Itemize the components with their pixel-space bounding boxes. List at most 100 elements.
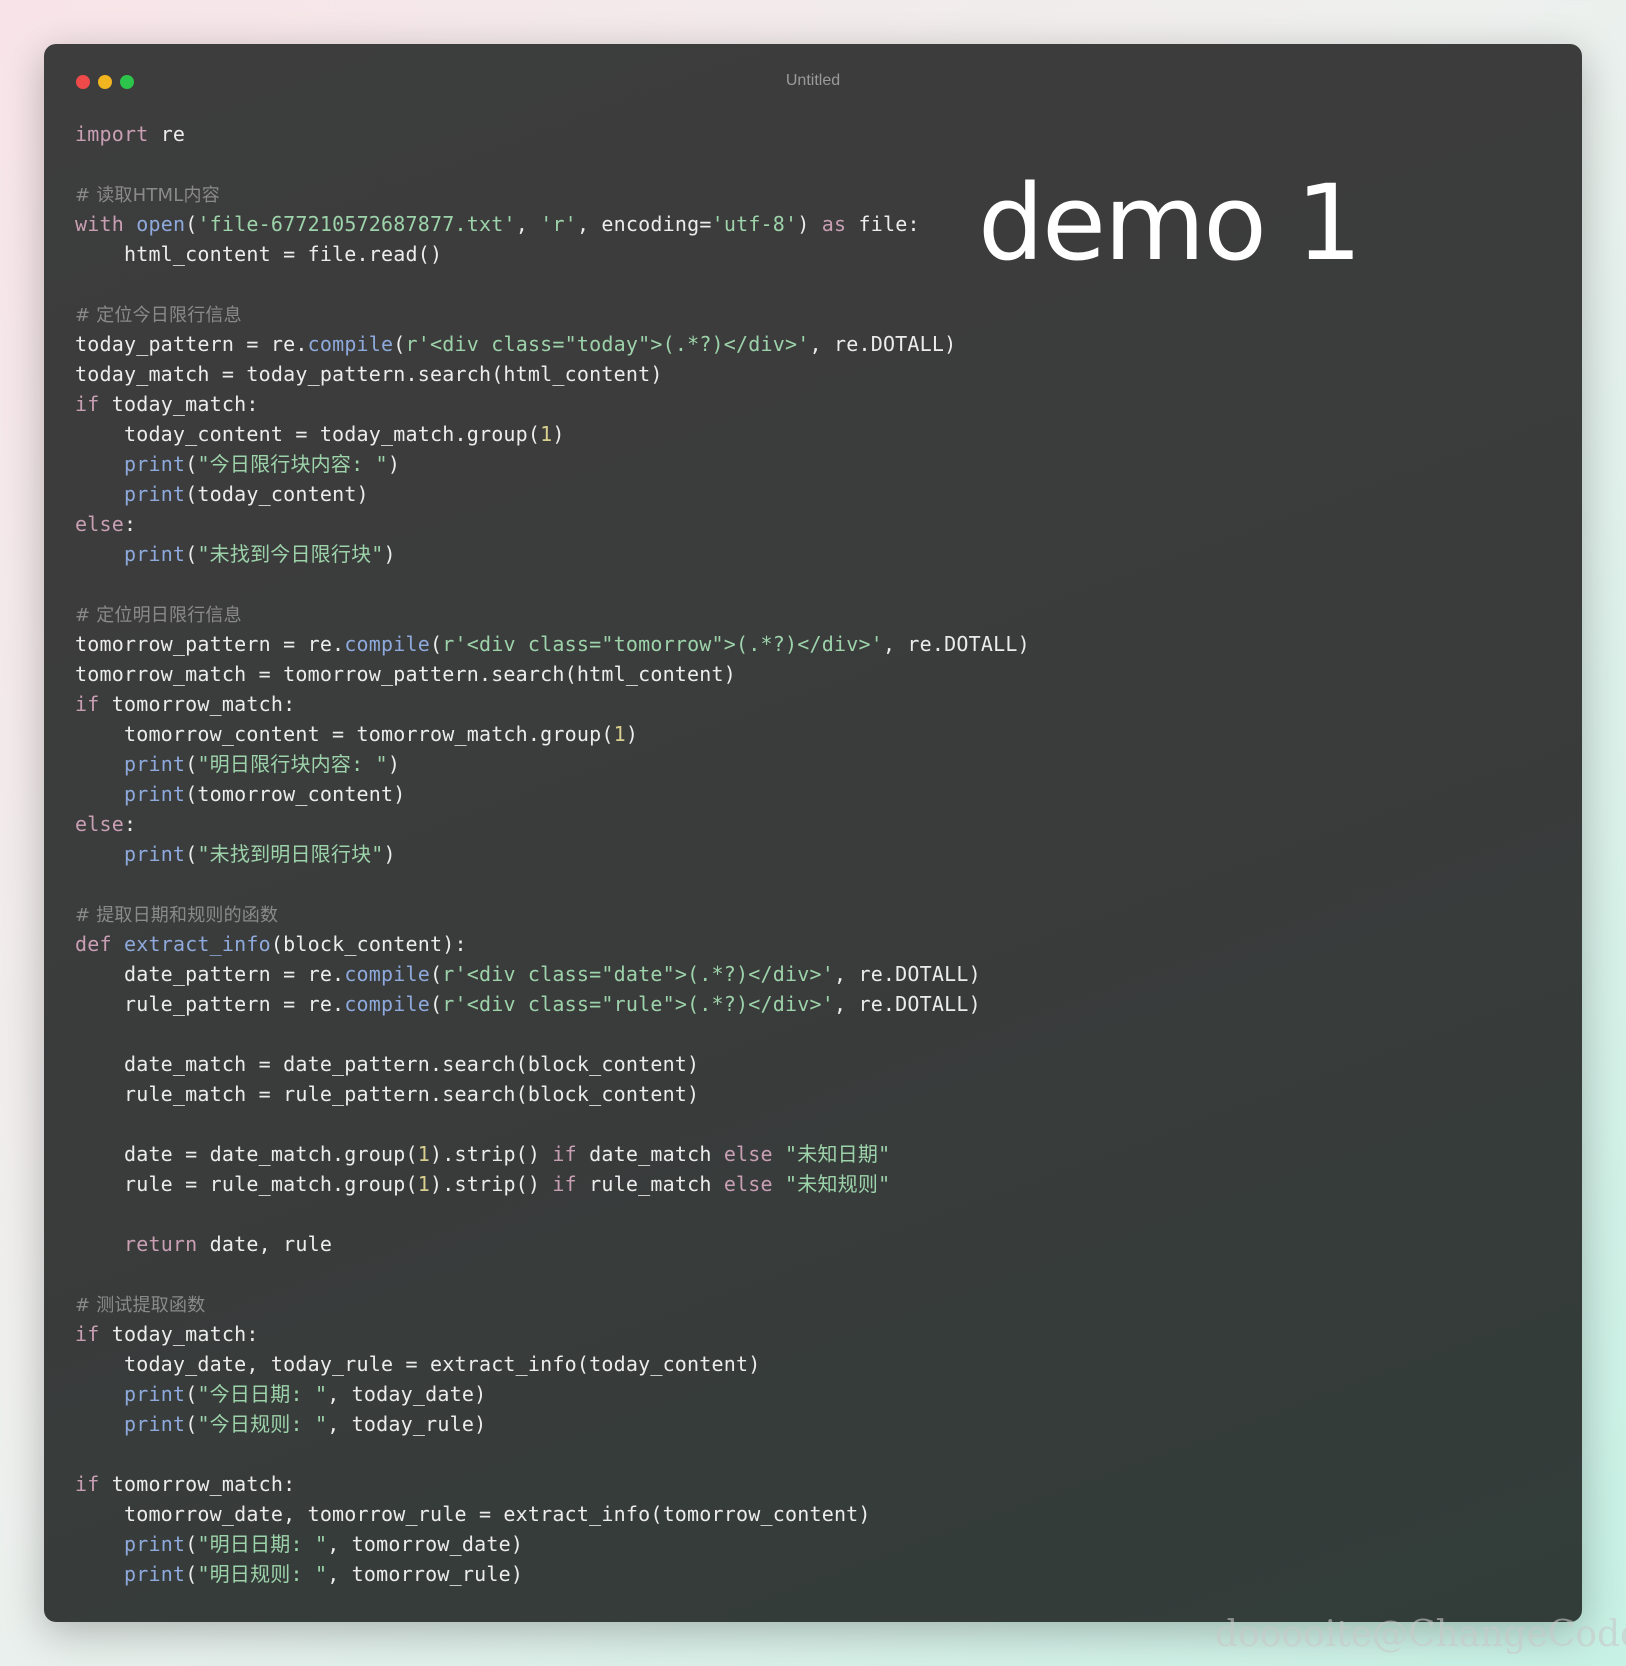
code-text: ) — [625, 722, 639, 746]
code-text: ( — [185, 212, 198, 236]
code-keyword: if — [552, 1172, 577, 1196]
code-keyword: if — [552, 1142, 577, 1166]
code-text: , re.DOTALL) — [809, 332, 957, 356]
window-title: Untitled — [785, 72, 841, 89]
code-string: 'r' — [540, 212, 577, 236]
code-string: "今日日期: " — [197, 1382, 328, 1406]
code-keyword: with — [75, 212, 124, 236]
code-line: return date, rule — [75, 1229, 1030, 1259]
code-keyword: if — [75, 1472, 100, 1496]
code-editor[interactable]: import re # 读取HTML内容 with open('file-67721… — [75, 119, 1030, 1589]
code-line: print("未找到今日限行块") — [75, 539, 1030, 569]
code-text: today_content = today_match.group( — [75, 422, 541, 446]
code-text: ( — [430, 632, 443, 656]
code-string: "明日限行块内容: " — [197, 752, 388, 776]
code-string: "明日规则: " — [197, 1562, 328, 1586]
code-text: , re.DOTALL) — [833, 962, 981, 986]
code-text: ( — [430, 992, 443, 1016]
code-line: print("明日规则: ", tomorrow_rule) — [75, 1559, 1030, 1589]
code-text: , today_date) — [327, 1382, 487, 1406]
code-text: tomorrow_date, tomorrow_rule = extract_i… — [75, 1502, 871, 1526]
code-number: 1 — [417, 1142, 430, 1166]
code-text: date, rule — [197, 1232, 333, 1256]
code-line: date_match = date_pattern.search(block_c… — [75, 1049, 1030, 1079]
code-text: ( — [185, 1412, 198, 1436]
code-text: ( — [393, 332, 406, 356]
code-function: compile — [344, 992, 430, 1016]
code-line: with open('file-677210572687877.txt', 'r… — [75, 209, 1030, 239]
code-text: file: — [846, 212, 920, 236]
code-line: import re — [75, 119, 1030, 149]
code-function: print — [123, 542, 186, 566]
code-text: ( — [185, 1532, 198, 1556]
code-function: print — [123, 452, 186, 476]
code-text: rule_pattern = re. — [75, 992, 345, 1016]
code-number: 1 — [417, 1172, 430, 1196]
code-keyword: else — [723, 1172, 773, 1196]
code-line: def extract_info(block_content): — [75, 929, 1030, 959]
code-line: print("今日规则: ", today_rule) — [75, 1409, 1030, 1439]
code-text: date = date_match.group( — [75, 1142, 418, 1166]
code-comment: # 提取日期和规则的函数 — [75, 905, 279, 926]
code-text: ).strip() — [430, 1142, 553, 1166]
code-text: , tomorrow_date) — [327, 1532, 524, 1556]
code-text: , re.DOTALL) — [833, 992, 981, 1016]
code-line: today_date, today_rule = extract_info(to… — [75, 1349, 1030, 1379]
code-keyword: else — [75, 512, 124, 536]
code-line: today_pattern = re.compile(r'<div class=… — [75, 329, 1030, 359]
code-function: print — [123, 1412, 186, 1436]
code-function: print — [123, 482, 186, 506]
code-line: else: — [75, 509, 1030, 539]
code-comment: # 定位今日限行信息 — [75, 305, 242, 326]
code-string: r'<div class="today">(.*?)</div>' — [405, 332, 810, 356]
code-line: else: — [75, 809, 1030, 839]
code-text: , today_rule) — [327, 1412, 487, 1436]
code-text: today_date, today_rule = extract_info(to… — [75, 1352, 761, 1376]
code-line: if tomorrow_match: — [75, 1469, 1030, 1499]
code-line: print(today_content) — [75, 479, 1030, 509]
code-text: ) — [387, 452, 401, 476]
code-text: , encoding= — [576, 212, 712, 236]
code-line: if today_match: — [75, 1319, 1030, 1349]
code-string: "明日日期: " — [197, 1532, 328, 1556]
watermark: dooooite@ChangeCode — [1215, 1614, 1626, 1655]
code-text: ) — [797, 212, 822, 236]
code-comment: # 定位明日限行信息 — [75, 605, 242, 626]
demo-label: demo 1 — [978, 162, 1362, 284]
code-line: date = date_match.group(1).strip() if da… — [75, 1139, 1030, 1169]
code-comment: # 测试提取函数 — [75, 1295, 206, 1316]
code-text: ( — [185, 842, 198, 866]
code-text: ) — [552, 422, 565, 446]
code-function: compile — [307, 332, 394, 356]
code-text: rule = rule_match.group( — [75, 1172, 418, 1196]
code-line: # 提取日期和规则的函数 — [75, 899, 1030, 929]
code-text: ( — [430, 962, 443, 986]
code-line: rule_match = rule_pattern.search(block_c… — [75, 1079, 1030, 1109]
editor-window: Untitled import re # 读取HTML内容 with open('f… — [44, 44, 1582, 1622]
code-line: print("未找到明日限行块") — [75, 839, 1030, 869]
code-string: "未知日期" — [785, 1142, 891, 1166]
code-function: print — [123, 1382, 186, 1406]
code-keyword: if — [75, 1322, 100, 1346]
code-keyword: return — [123, 1232, 198, 1256]
code-string: 'utf-8' — [711, 212, 798, 236]
code-text: tomorrow_pattern = re. — [75, 632, 345, 656]
code-text: rule_match = rule_pattern.search(block_c… — [75, 1082, 700, 1106]
code-function: print — [123, 782, 186, 806]
code-line: tomorrow_date, tomorrow_rule = extract_i… — [75, 1499, 1030, 1529]
